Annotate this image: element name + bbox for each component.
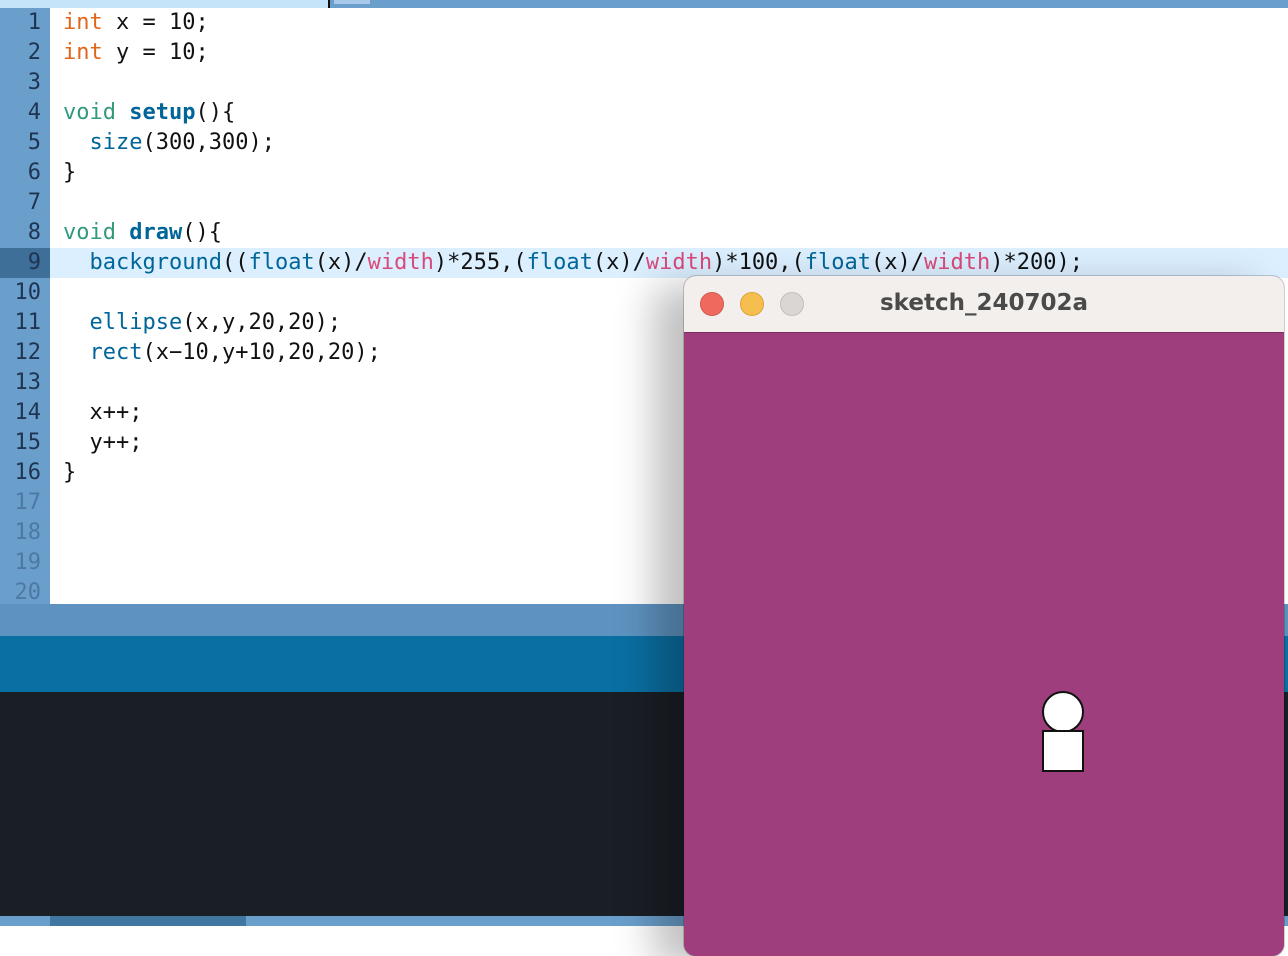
window-titlebar[interactable]: sketch_240702a bbox=[684, 276, 1284, 333]
code-text: size(300,300); bbox=[89, 130, 275, 155]
line-number: 17 bbox=[0, 488, 41, 518]
line-number: 2 bbox=[0, 38, 41, 68]
code-line[interactable]: 6 } bbox=[0, 158, 1288, 188]
line-number: 5 bbox=[0, 128, 41, 158]
line-number: 7 bbox=[0, 188, 41, 218]
code-line[interactable]: 3 bbox=[0, 68, 1288, 98]
code-text: ellipse(x,y,20,20); bbox=[89, 310, 342, 335]
ellipse-shape bbox=[1042, 691, 1084, 733]
code-line[interactable]: 1 int x = 10; bbox=[0, 8, 1288, 38]
tab-divider bbox=[328, 0, 330, 8]
code-text: int y = 10; bbox=[63, 40, 209, 65]
status-tab[interactable] bbox=[50, 916, 246, 926]
code-line[interactable]: 7 bbox=[0, 188, 1288, 218]
line-number: 9 bbox=[0, 248, 41, 278]
code-text: void draw(){ bbox=[63, 220, 222, 245]
line-number: 18 bbox=[0, 518, 41, 548]
code-text: void setup(){ bbox=[63, 100, 236, 125]
editor-tab[interactable] bbox=[334, 0, 370, 4]
code-text: } bbox=[63, 160, 77, 185]
editor-tab-strip bbox=[0, 0, 1288, 8]
line-number: 3 bbox=[0, 68, 41, 98]
active-editor-tab[interactable] bbox=[0, 0, 328, 8]
code-text: rect(x−10,y+10,20,20); bbox=[89, 340, 381, 365]
line-number: 1 bbox=[0, 8, 41, 38]
code-line[interactable]: 4 void setup(){ bbox=[0, 98, 1288, 128]
line-number: 13 bbox=[0, 368, 41, 398]
code-text: x++; bbox=[89, 400, 143, 425]
code-text: int x = 10; bbox=[63, 10, 209, 35]
line-number: 15 bbox=[0, 428, 41, 458]
window-title: sketch_240702a bbox=[879, 290, 1088, 316]
line-number: 11 bbox=[0, 308, 41, 338]
code-line-current[interactable]: 9 background((float(x)/width)*255,(float… bbox=[0, 248, 1288, 278]
line-number: 16 bbox=[0, 458, 41, 488]
line-number: 10 bbox=[0, 278, 41, 308]
code-line[interactable]: 5 size(300,300); bbox=[0, 128, 1288, 158]
sketch-window[interactable]: sketch_240702a bbox=[684, 276, 1284, 956]
line-number: 6 bbox=[0, 158, 41, 188]
line-number: 12 bbox=[0, 338, 41, 368]
code-line[interactable]: 8 void draw(){ bbox=[0, 218, 1288, 248]
code-text: } bbox=[63, 460, 77, 485]
rect-shape bbox=[1042, 730, 1084, 772]
line-number: 14 bbox=[0, 398, 41, 428]
code-text: background((float(x)/width)*255,(float(x… bbox=[89, 250, 1083, 275]
code-line[interactable]: 2 int y = 10; bbox=[0, 38, 1288, 68]
sketch-canvas[interactable] bbox=[684, 333, 1284, 956]
code-text: y++; bbox=[89, 430, 143, 455]
line-number: 4 bbox=[0, 98, 41, 128]
line-number: 8 bbox=[0, 218, 41, 248]
line-number: 19 bbox=[0, 548, 41, 578]
